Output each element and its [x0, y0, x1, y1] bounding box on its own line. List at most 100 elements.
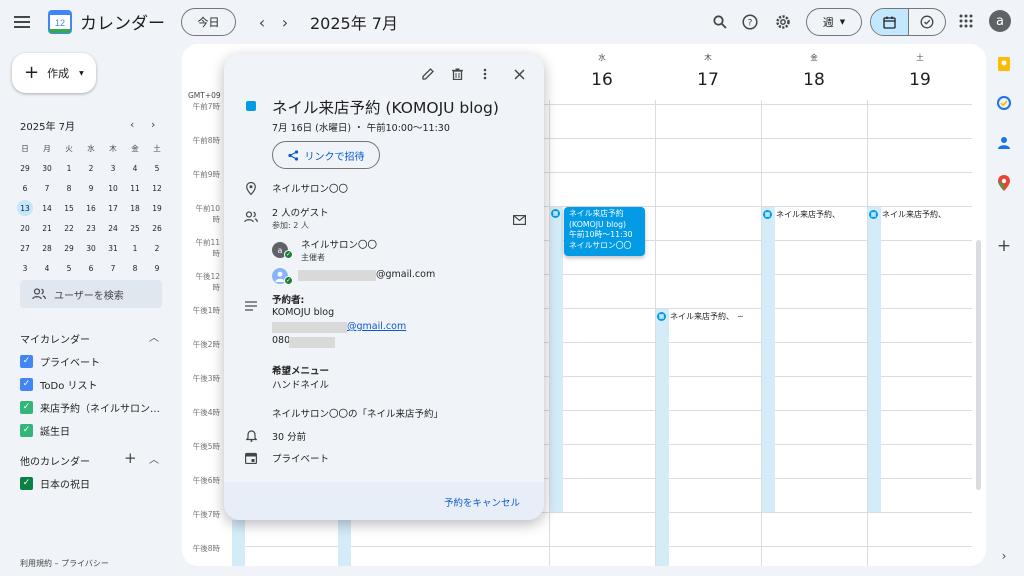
vertical-scrollbar[interactable] [976, 240, 981, 490]
cancel-booking-button[interactable]: 予約をキャンセル [444, 495, 520, 509]
calendar-item-todo[interactable]: ✓ ToDo リスト [20, 375, 98, 393]
email-guests-icon[interactable] [513, 210, 527, 229]
view-select[interactable]: 週 ▼ [806, 8, 862, 36]
search-icon[interactable] [710, 12, 730, 32]
booking-chip-thu[interactable]: ▦ ネイル来店予約、 ޟ [657, 311, 743, 322]
mini-day[interactable]: 25 [124, 218, 146, 238]
mini-day[interactable]: 9 [80, 178, 102, 198]
date-number[interactable]: 16 [549, 70, 655, 90]
mini-day[interactable]: 5 [58, 258, 80, 278]
mini-day[interactable]: 22 [58, 218, 80, 238]
settings-gear-icon[interactable] [773, 12, 793, 32]
mini-day[interactable]: 30 [80, 238, 102, 258]
mini-day[interactable]: 2 [80, 158, 102, 178]
checkbox-checked-icon[interactable]: ✓ [20, 423, 33, 437]
mini-day[interactable]: 8 [58, 178, 80, 198]
calendar-item-booking[interactable]: ✓ 来店予約（ネイルサロン… [20, 398, 160, 416]
checkbox-checked-icon[interactable]: ✓ [20, 377, 33, 391]
guest2-email-suffix[interactable]: @gmail.com [376, 269, 435, 280]
mini-day[interactable]: 5 [146, 158, 168, 178]
keep-icon[interactable] [996, 56, 1012, 72]
my-calendars-heading[interactable]: マイカレンダー [20, 331, 90, 346]
other-calendars-heading[interactable]: 他のカレンダー [20, 453, 90, 468]
desc-email-link[interactable]: @gmail.com [347, 321, 406, 332]
mini-day[interactable]: 15 [58, 198, 80, 218]
date-number[interactable]: 18 [761, 70, 867, 90]
mini-day[interactable]: 27 [14, 238, 36, 258]
apps-grid-icon[interactable] [957, 12, 975, 30]
mini-day[interactable]: 3 [14, 258, 36, 278]
calendar-item-birthdays[interactable]: ✓ 誕生日 [20, 421, 70, 439]
mini-day[interactable]: 10 [102, 178, 124, 198]
mini-day[interactable]: 4 [124, 158, 146, 178]
close-icon[interactable] [511, 66, 527, 82]
checkbox-checked-icon[interactable]: ✓ [20, 400, 33, 414]
mini-day[interactable]: 9 [146, 258, 168, 278]
mini-day[interactable]: 4 [36, 258, 58, 278]
mini-day[interactable]: 6 [80, 258, 102, 278]
mini-day[interactable]: 26 [146, 218, 168, 238]
booking-page-icon[interactable]: ▦ [551, 209, 560, 218]
tasks-view-icon[interactable] [909, 9, 946, 35]
mini-day[interactable]: 12 [146, 178, 168, 198]
mini-day[interactable]: 1 [58, 158, 80, 178]
calendar-item-private[interactable]: ✓ プライベート [20, 352, 100, 370]
mini-day[interactable]: 17 [102, 198, 124, 218]
mini-day[interactable]: 3 [102, 158, 124, 178]
mini-day[interactable]: 2 [146, 238, 168, 258]
mini-day[interactable]: 7 [102, 258, 124, 278]
next-week-button[interactable]: › [277, 12, 293, 32]
mini-day[interactable]: 21 [36, 218, 58, 238]
booking-chip-sat[interactable]: ▦ ネイル来店予約、 [869, 209, 946, 220]
edit-pencil-icon[interactable] [420, 66, 436, 82]
selected-event[interactable]: ネイル来店予約 (KOMOJU blog) 午前10時～11:30 ネイルサロン… [564, 207, 645, 256]
calendar-logo-icon[interactable]: 12 [48, 10, 72, 34]
mini-day[interactable]: 1 [124, 238, 146, 258]
booking-chip-fri[interactable]: ▦ ネイル来店予約、 [763, 209, 840, 220]
mini-prev-month-button[interactable]: ‹ [130, 118, 134, 131]
mini-next-month-button[interactable]: › [151, 118, 155, 131]
prev-week-button[interactable]: ‹ [254, 12, 270, 32]
mini-day[interactable]: 29 [14, 158, 36, 178]
account-avatar[interactable]: a [989, 10, 1011, 32]
mini-day[interactable]: 24 [102, 218, 124, 238]
mini-day[interactable]: 14 [36, 198, 58, 218]
invite-link-button[interactable]: リンクで招待 [272, 141, 380, 169]
help-icon[interactable]: ? [740, 12, 760, 32]
date-number[interactable]: 17 [655, 70, 761, 90]
calendar-tasks-toggle[interactable] [870, 8, 946, 36]
mini-day[interactable]: 28 [36, 238, 58, 258]
mini-day[interactable]: 11 [124, 178, 146, 198]
maps-icon[interactable] [996, 175, 1012, 191]
mini-day[interactable]: 7 [36, 178, 58, 198]
footer-links[interactable]: 利用規約 – プライバシー [20, 558, 109, 569]
mini-day[interactable]: 30 [36, 158, 58, 178]
add-addon-plus-icon[interactable]: + [996, 236, 1012, 256]
create-button[interactable]: + 作成 ▼ [12, 53, 96, 93]
mini-day[interactable]: 18 [124, 198, 146, 218]
calendar-item-holidays[interactable]: ✓ 日本の祝日 [20, 474, 90, 492]
mini-day-today[interactable]: 13 [14, 198, 36, 218]
add-calendar-plus-icon[interactable]: + [124, 449, 137, 467]
mini-day[interactable]: 20 [14, 218, 36, 238]
user-search-field[interactable]: ユーザーを検索 [20, 280, 162, 308]
checkbox-checked-icon[interactable]: ✓ [20, 476, 33, 490]
today-button[interactable]: 今日 [181, 8, 236, 36]
mini-day[interactable]: 19 [146, 198, 168, 218]
mini-day[interactable]: 8 [124, 258, 146, 278]
guest1-name[interactable]: ネイルサロン〇〇 [301, 237, 377, 251]
expand-panel-chevron-icon[interactable]: › [996, 548, 1012, 564]
delete-trash-icon[interactable] [449, 66, 465, 82]
calendar-view-icon[interactable] [871, 9, 909, 35]
more-options-icon[interactable] [477, 66, 493, 82]
tasks-icon[interactable] [996, 95, 1012, 111]
mini-day[interactable]: 31 [102, 238, 124, 258]
mini-day[interactable]: 16 [80, 198, 102, 218]
contacts-icon[interactable] [996, 135, 1012, 151]
date-number[interactable]: 19 [867, 70, 973, 90]
mini-day[interactable]: 23 [80, 218, 102, 238]
mini-day[interactable]: 6 [14, 178, 36, 198]
checkbox-checked-icon[interactable]: ✓ [20, 354, 33, 368]
mini-day[interactable]: 29 [58, 238, 80, 258]
chevron-up-icon[interactable]: ︿ [149, 451, 159, 466]
